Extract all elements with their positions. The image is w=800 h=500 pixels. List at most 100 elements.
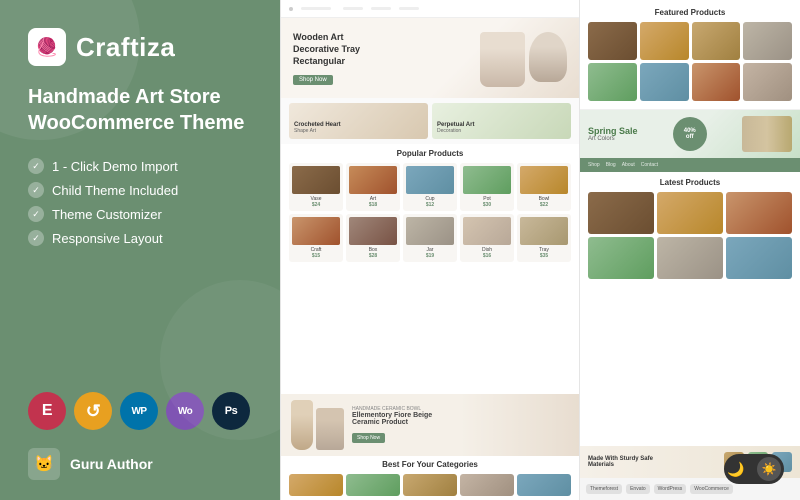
product-image [406,166,454,194]
hero-images [480,32,567,87]
trust-badge: WooCommerce [690,484,733,494]
preview-promo: HANDMADE CERAMIC BOWL Ellementory Fiore … [281,394,579,456]
author-icon: 🐱 [28,448,60,480]
product-card: Craft $15 [289,214,343,262]
brand-name: Craftiza [76,32,175,63]
product-card: Jar $19 [403,214,457,262]
featured-item [743,22,792,60]
toggle-knob: ☀️ [757,457,781,481]
featured-item [692,22,741,60]
theme-preview-panel: Wooden Art Decorative Tray Rectangular S… [280,0,580,500]
latest-item [726,237,792,279]
product-image [349,217,397,245]
nav-logo [301,7,331,10]
feature-item: ✓ Theme Customizer [28,206,252,222]
feature-label: Responsive Layout [52,231,163,246]
product-price: $19 [406,253,454,259]
elementor-badge: E [28,392,66,430]
product-image [520,166,568,194]
product-price: $15 [292,253,340,259]
product-image [292,217,340,245]
trust-badge: Envato [626,484,650,494]
right-panel: Featured Products Spring Sale Art Colors… [580,0,800,500]
theme-preview: Wooden Art Decorative Tray Rectangular S… [281,0,579,500]
feature-label: 1 - Click Demo Import [52,159,178,174]
hero-bowl-image [529,32,567,82]
categories-title: Best For Your Categories [289,460,571,469]
preview-categories: Best For Your Categories [281,456,579,500]
hero-cta: Shop Now [293,75,333,85]
trust-badge: WordPress [654,484,687,494]
check-icon: ✓ [28,206,44,222]
features-list: ✓ 1 - Click Demo Import ✓ Child Theme In… [28,158,252,246]
hero-title: Wooden Art Decorative Tray Rectangular [293,32,373,67]
featured-item [640,63,689,101]
product-image [349,166,397,194]
promo-images [291,400,344,450]
moon-icon: 🌙 [727,461,744,478]
popular-products-title: Popular Products [289,149,571,158]
sub-card-sub: Shape Art [294,128,423,134]
check-icon: ✓ [28,182,44,198]
feature-label: Child Theme Included [52,183,178,198]
dark-mode-toggle[interactable]: 🌙 ☀️ [724,454,784,484]
latest-grid [588,192,792,279]
category-card [460,474,514,496]
promo-title: Ellementory Fiore Beige Ceramic Product [352,412,452,426]
product-card: Art $18 [346,163,400,211]
featured-item [588,63,637,101]
promo-text: HANDMADE CERAMIC BOWL Ellementory Fiore … [352,406,452,444]
latest-item [657,237,723,279]
custom-badge: ↺ [74,392,112,430]
products-grid: Vase $24 Art $18 Cup $12 Pot $30 [289,163,571,262]
product-image [520,217,568,245]
featured-item [640,22,689,60]
topbar-link: Shop [588,162,600,168]
product-card: Dish $16 [460,214,514,262]
product-price: $16 [463,253,511,259]
product-card: Tray $35 [517,214,571,262]
categories-grid [289,474,571,496]
featured-grid [588,22,792,101]
product-card: Box $28 [346,214,400,262]
woocommerce-badge: Wo [166,392,204,430]
product-price: $22 [520,202,568,208]
product-image [292,166,340,194]
right-topbar: Shop Blog About Contact [580,158,800,172]
spring-text: Spring Sale Art Colors [588,126,638,142]
product-price: $28 [349,253,397,259]
feature-item: ✓ Child Theme Included [28,182,252,198]
trust-badge: Themeforest [586,484,622,494]
latest-item [726,192,792,234]
right-latest: Latest Products [580,172,800,446]
discount-off: off [686,134,694,140]
check-icon: ✓ [28,158,44,174]
featured-title: Featured Products [588,8,792,17]
photoshop-badge: Ps [212,392,250,430]
nav-link [399,7,419,10]
featured-item [743,63,792,101]
tagline-line2: WooCommerce Theme [28,110,252,136]
promo-cta: Shop Now [352,433,385,443]
check-icon: ✓ [28,230,44,246]
pencils-image [742,116,792,152]
spring-title: Spring Sale [588,126,638,136]
product-card: Vase $24 [289,163,343,211]
sun-icon: ☀️ [762,462,777,476]
feature-item: ✓ 1 - Click Demo Import [28,158,252,174]
feature-label: Theme Customizer [52,207,162,222]
sub-card-sub: Decoration [437,128,566,134]
latest-title: Latest Products [588,178,792,187]
product-card: Pot $30 [460,163,514,211]
product-card: Bowl $22 [517,163,571,211]
product-price: $18 [349,202,397,208]
spring-sub: Art Colors [588,136,638,142]
promo-image-tall [291,400,313,450]
sub-card-2: Perpetual Art Decoration [432,103,571,139]
footer-banner-text: Made With Sturdy Safe Materials [588,456,658,468]
latest-item [657,192,723,234]
topbar-link: About [622,162,635,168]
sub-card-1: Crocheted Heart Shape Art [289,103,428,139]
preview-hero: Wooden Art Decorative Tray Rectangular S… [281,18,579,98]
product-image [463,166,511,194]
